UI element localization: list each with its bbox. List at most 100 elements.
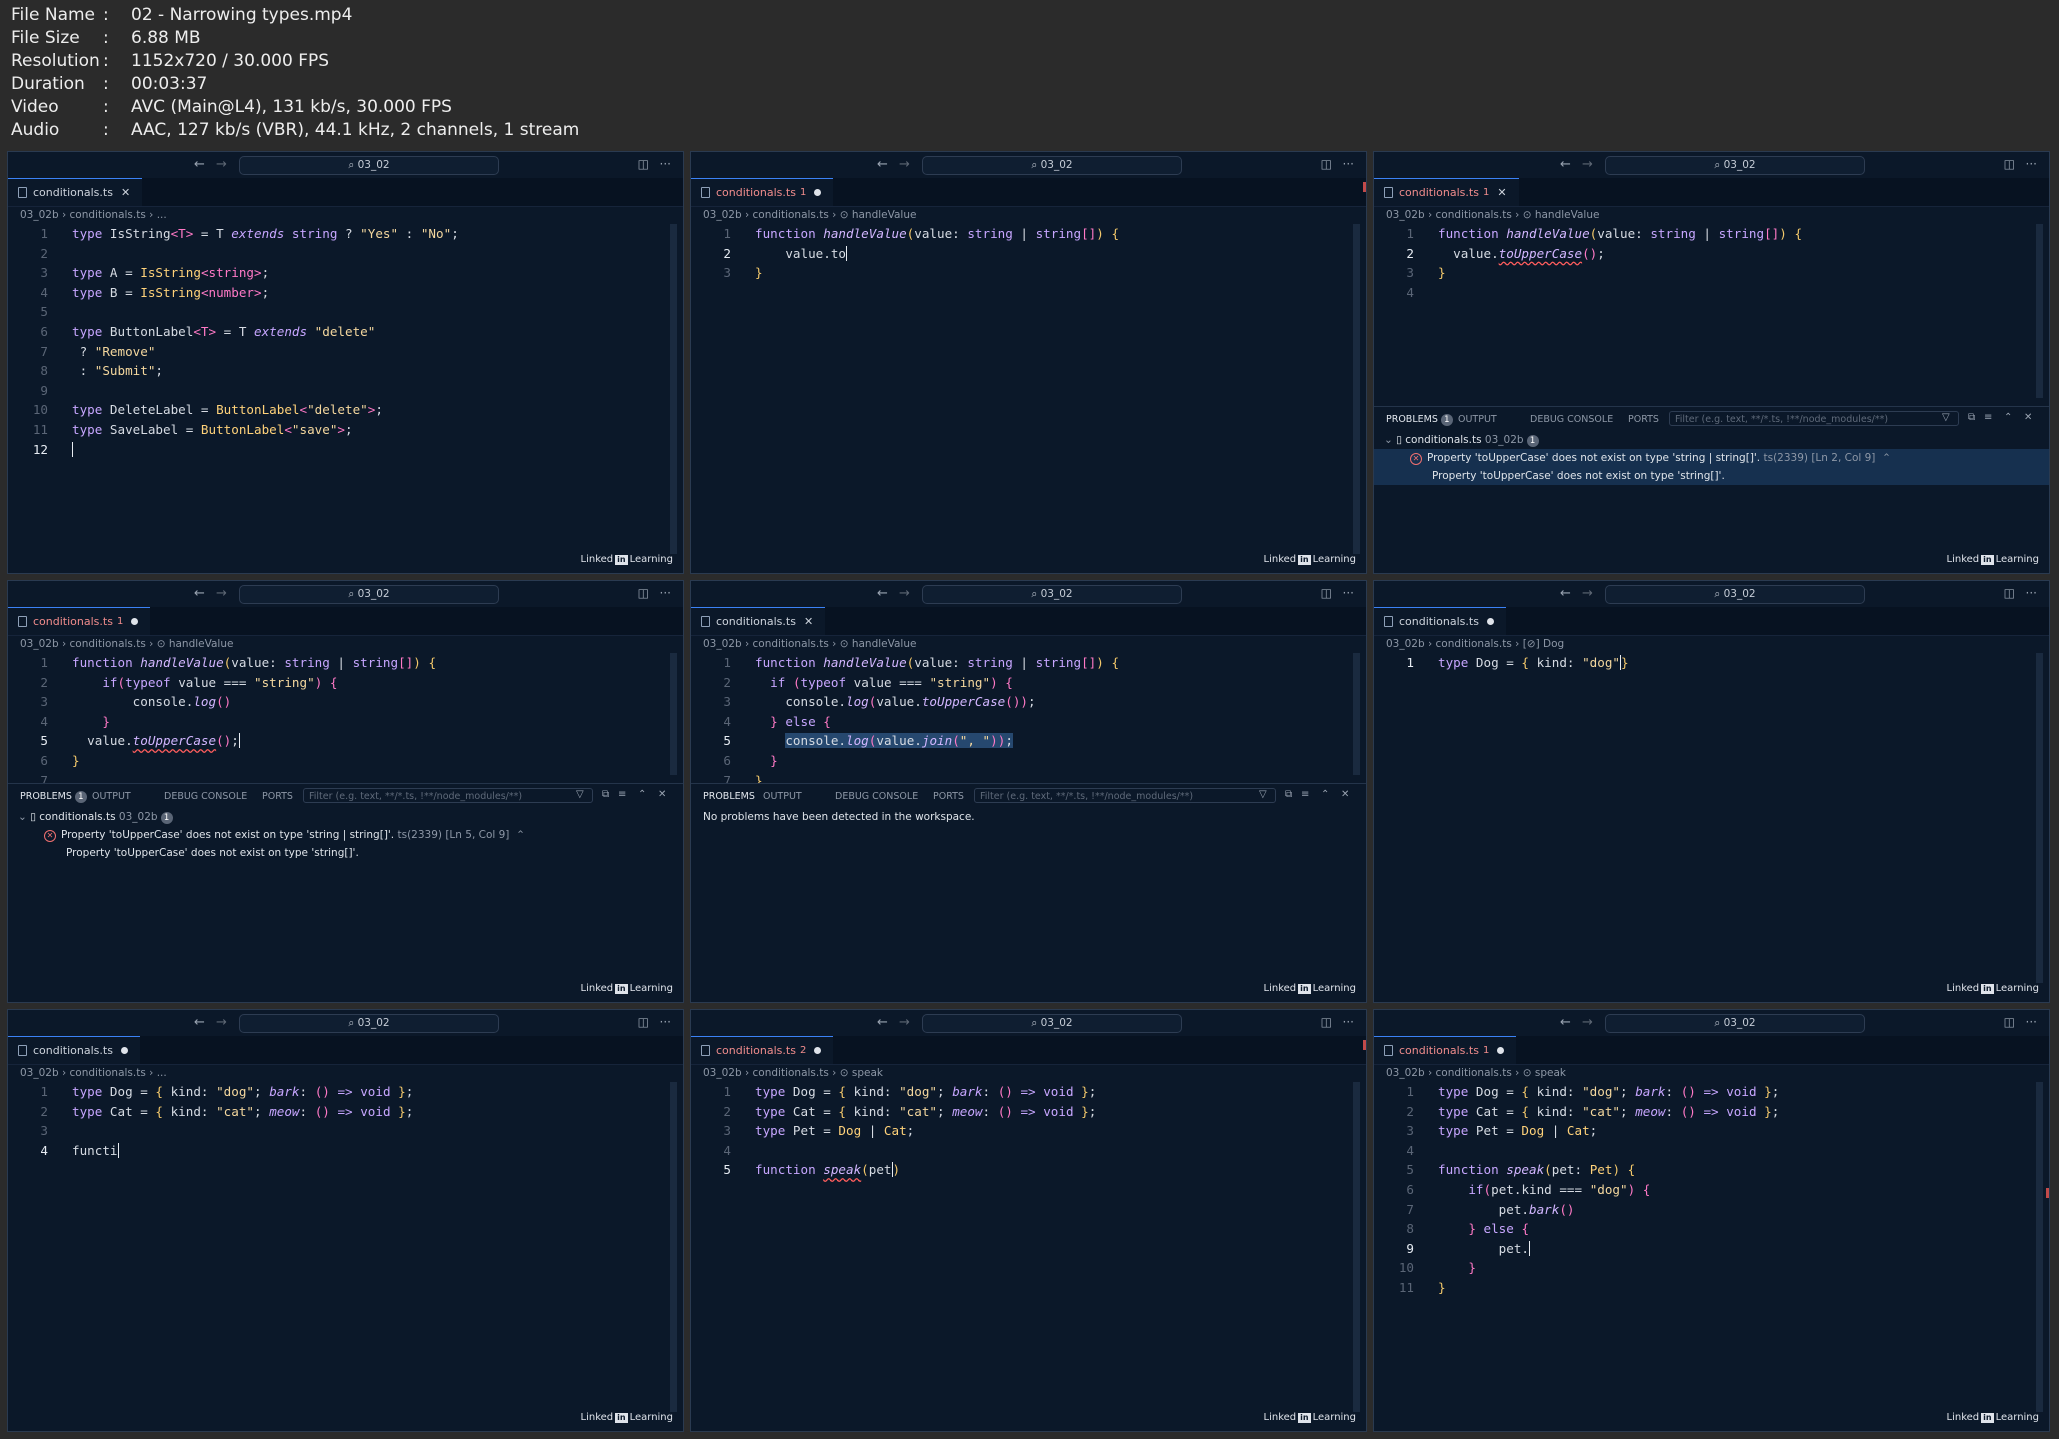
file-tab[interactable]: conditionals.ts 1 [691, 178, 834, 206]
breadcrumb-folder[interactable]: 03_02b [1386, 209, 1425, 221]
split-editor-icon[interactable]: ◫ [2004, 1015, 2015, 1029]
editor-scrollbar[interactable] [1353, 1082, 1360, 1412]
tab-output[interactable]: OUTPUT [763, 791, 802, 802]
close-panel-icon[interactable]: ✕ [658, 789, 666, 800]
unsaved-dot-icon[interactable] [1486, 618, 1494, 625]
breadcrumb-file[interactable]: conditionals.ts [753, 638, 829, 650]
problems-file-row[interactable]: ⌄ ▯ conditionals.ts 03_02b 1 [8, 808, 683, 826]
split-editor-icon[interactable]: ◫ [2004, 586, 2015, 600]
unsaved-dot-icon[interactable] [1497, 1047, 1505, 1054]
back-arrow-icon[interactable]: ← [194, 1015, 205, 1030]
filter-icon[interactable]: ▽ [576, 789, 584, 800]
breadcrumb-symbol[interactable]: handleValue [852, 638, 917, 650]
unsaved-dot-icon[interactable] [131, 618, 139, 625]
breadcrumb-folder[interactable]: 03_02b [703, 638, 742, 650]
tab-ports[interactable]: PORTS [1628, 414, 1659, 425]
breadcrumb-file[interactable]: conditionals.ts [1436, 209, 1512, 221]
editor-scrollbar[interactable] [670, 224, 677, 554]
command-center-search[interactable]: ⌕ 03_02 [922, 585, 1182, 604]
editor-scrollbar[interactable] [1353, 224, 1360, 554]
unsaved-dot-icon[interactable] [814, 1047, 822, 1054]
back-arrow-icon[interactable]: ← [194, 157, 205, 172]
more-actions-icon[interactable]: ··· [2026, 586, 2037, 600]
command-center-search[interactable]: ⌕ 03_02 [1605, 585, 1865, 604]
split-editor-icon[interactable]: ◫ [1321, 1015, 1332, 1029]
close-icon[interactable]: ✕ [121, 186, 130, 199]
breadcrumb-file[interactable]: conditionals.ts [70, 638, 146, 650]
editor-scrollbar[interactable] [670, 1082, 677, 1412]
breadcrumb-file[interactable]: conditionals.ts [70, 209, 146, 221]
command-center-search[interactable]: ⌕ 03_02 [922, 156, 1182, 175]
more-actions-icon[interactable]: ··· [1343, 586, 1354, 600]
collapse-all-icon[interactable]: ⧉ [1285, 789, 1292, 800]
breadcrumb-folder[interactable]: 03_02b [703, 1067, 742, 1079]
editor-scrollbar[interactable] [1353, 653, 1360, 775]
breadcrumb-symbol[interactable]: handleValue [1535, 209, 1600, 221]
tab-problems[interactable]: PROBLEMS 1 [20, 791, 87, 803]
more-actions-icon[interactable]: ··· [1343, 157, 1354, 171]
collapse-all-icon[interactable]: ⧉ [1968, 412, 1975, 423]
breadcrumb-folder[interactable]: 03_02b [1386, 638, 1425, 650]
back-arrow-icon[interactable]: ← [877, 157, 888, 172]
breadcrumb-file[interactable]: conditionals.ts [70, 1067, 146, 1079]
split-editor-icon[interactable]: ◫ [638, 157, 649, 171]
code-editor[interactable]: 1 type Dog = { kind: "dog"; bark: () => v… [1374, 1082, 2049, 1298]
forward-arrow-icon[interactable]: → [1582, 586, 1593, 601]
view-as-tree-icon[interactable]: ≡ [618, 789, 626, 800]
more-actions-icon[interactable]: ··· [2026, 157, 2037, 171]
breadcrumb-file[interactable]: conditionals.ts [753, 209, 829, 221]
split-editor-icon[interactable]: ◫ [638, 1015, 649, 1029]
tab-output[interactable]: OUTPUT [92, 791, 131, 802]
file-tab[interactable]: conditionals.ts 1 [8, 607, 151, 635]
code-editor[interactable]: 1 type IsString<T> = T extends string ? "… [8, 224, 683, 459]
breadcrumb-symbol[interactable]: speak [1535, 1067, 1566, 1079]
split-editor-icon[interactable]: ◫ [2004, 157, 2015, 171]
code-editor[interactable]: 1 type Dog = { kind: "dog"; bark: () => v… [8, 1082, 683, 1160]
breadcrumb-symbol[interactable]: ... [157, 209, 167, 221]
breadcrumb-folder[interactable]: 03_02b [20, 1067, 59, 1079]
close-panel-icon[interactable]: ✕ [2024, 412, 2032, 423]
file-tab[interactable]: conditionals.ts [1374, 607, 1506, 635]
back-arrow-icon[interactable]: ← [1560, 586, 1571, 601]
forward-arrow-icon[interactable]: → [1582, 157, 1593, 172]
tab-debug-console[interactable]: DEBUG CONSOLE [164, 791, 247, 802]
code-editor[interactable]: 1 function handleValue(value: string | st… [691, 224, 1366, 283]
file-tab[interactable]: conditionals.ts [8, 1036, 140, 1064]
file-tab[interactable]: conditionals.ts 2 [691, 1036, 834, 1064]
editor-scrollbar[interactable] [670, 653, 677, 775]
tab-output[interactable]: OUTPUT [1458, 414, 1497, 425]
command-center-search[interactable]: ⌕ 03_02 [1605, 156, 1865, 175]
forward-arrow-icon[interactable]: → [1582, 1015, 1593, 1030]
more-actions-icon[interactable]: ··· [1343, 1015, 1354, 1029]
tab-debug-console[interactable]: DEBUG CONSOLE [835, 791, 918, 802]
back-arrow-icon[interactable]: ← [1560, 1015, 1571, 1030]
breadcrumb-symbol[interactable]: speak [852, 1067, 883, 1079]
more-actions-icon[interactable]: ··· [660, 1015, 671, 1029]
code-editor[interactable]: 1 function handleValue(value: string | st… [8, 653, 683, 790]
breadcrumb-symbol[interactable]: Dog [1543, 638, 1564, 650]
tab-problems[interactable]: PROBLEMS [703, 791, 755, 802]
problems-filter-input[interactable]: Filter (e.g. text, **/*.ts, !**/node_mod… [974, 788, 1276, 803]
view-as-tree-icon[interactable]: ≡ [1984, 412, 1992, 423]
problem-item[interactable]: ✕ Property 'toUpperCase' does not exist o… [8, 826, 683, 844]
command-center-search[interactable]: ⌕ 03_02 [922, 1014, 1182, 1033]
code-editor[interactable]: 1 function handleValue(value: string | st… [1374, 224, 2049, 302]
split-editor-icon[interactable]: ◫ [1321, 586, 1332, 600]
maximize-panel-icon[interactable]: ⌃ [2004, 412, 2012, 423]
breadcrumb-file[interactable]: conditionals.ts [753, 1067, 829, 1079]
tab-ports[interactable]: PORTS [933, 791, 964, 802]
file-tab[interactable]: conditionals.ts ✕ [691, 607, 826, 635]
tab-ports[interactable]: PORTS [262, 791, 293, 802]
editor-scrollbar[interactable] [2036, 224, 2043, 398]
editor-scrollbar[interactable] [2036, 653, 2043, 983]
forward-arrow-icon[interactable]: → [899, 157, 910, 172]
breadcrumb-symbol[interactable]: ... [157, 1067, 167, 1079]
view-as-tree-icon[interactable]: ≡ [1301, 789, 1309, 800]
back-arrow-icon[interactable]: ← [1560, 157, 1571, 172]
breadcrumb-folder[interactable]: 03_02b [20, 638, 59, 650]
editor-scrollbar[interactable] [2036, 1082, 2043, 1412]
file-tab[interactable]: conditionals.ts 1 ✕ [1374, 178, 1519, 206]
back-arrow-icon[interactable]: ← [877, 1015, 888, 1030]
collapse-all-icon[interactable]: ⧉ [602, 789, 609, 800]
maximize-panel-icon[interactable]: ⌃ [638, 789, 646, 800]
